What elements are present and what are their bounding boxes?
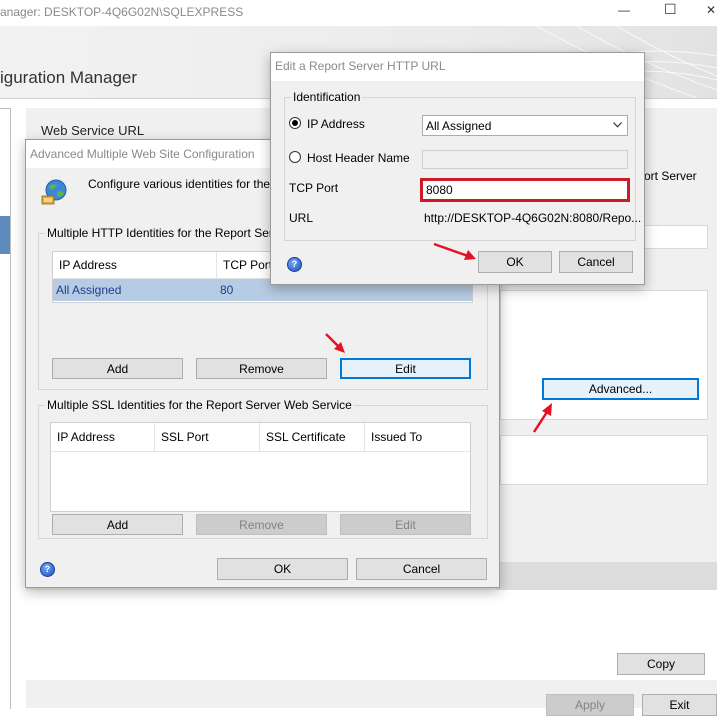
chevron-down-icon	[613, 122, 622, 128]
advanced-intro-text: Configure various identities for the Re	[88, 177, 289, 191]
advanced-help-icon[interactable]: ?	[40, 562, 55, 577]
results-band	[496, 562, 717, 590]
host-header-radio[interactable]	[289, 151, 301, 163]
http-edit-button[interactable]: Edit	[340, 358, 471, 379]
http-group-label: Multiple HTTP Identities for the Report …	[45, 226, 307, 240]
ssl-info-box	[500, 435, 708, 485]
app-header-title: iguration Manager	[0, 68, 138, 87]
http-remove-button[interactable]: Remove	[196, 358, 327, 379]
http-add-button[interactable]: Add	[52, 358, 183, 379]
arrow-to-edit-icon	[325, 333, 345, 353]
close-window-button[interactable]: ✕	[706, 3, 716, 17]
tcp-port-value: 8080	[426, 183, 453, 197]
http-row-ip: All Assigned	[56, 283, 122, 297]
ip-address-label: IP Address	[307, 117, 365, 131]
main-title-bar: anager: DESKTOP-4Q6G02N\SQLEXPRESS — ☐ ✕	[0, 0, 717, 26]
ssl-col-ssl-port[interactable]: SSL Port	[155, 423, 260, 451]
url-info-box	[640, 225, 708, 249]
advanced-ok-button[interactable]: OK	[217, 558, 348, 580]
ssl-identities-list[interactable]: IP Address SSL Port SSL Certificate Issu…	[50, 422, 471, 512]
identification-group: Identification IP Address All Assigned H…	[284, 90, 641, 241]
ssl-add-button[interactable]: Add	[52, 514, 183, 535]
report-server-desc: ort Server	[644, 169, 697, 183]
http-row-port: 80	[220, 283, 234, 297]
host-header-label: Host Header Name	[307, 151, 410, 165]
main-window-title: anager: DESKTOP-4Q6G02N\SQLEXPRESS	[0, 5, 244, 19]
ssl-remove-button[interactable]: Remove	[196, 514, 327, 535]
left-nav-panel	[0, 108, 11, 709]
ip-address-select[interactable]: All Assigned	[422, 115, 628, 136]
radio-dot	[292, 120, 298, 126]
url-value: http://DESKTOP-4Q6G02N:8080/Repo...	[424, 211, 642, 225]
edit-cancel-button[interactable]: Cancel	[559, 251, 633, 273]
ssl-col-issued-to[interactable]: Issued To	[365, 423, 470, 451]
edit-ok-button[interactable]: OK	[478, 251, 552, 273]
identification-group-label: Identification	[291, 90, 363, 104]
url-label: URL	[289, 211, 314, 225]
http-col-ip-address[interactable]: IP Address	[53, 252, 217, 278]
globe-network-icon	[41, 179, 67, 205]
ssl-identities-group: Multiple SSL Identities for the Report S…	[38, 398, 488, 539]
edit-help-icon[interactable]: ?	[287, 257, 302, 272]
edit-dialog-title: Edit a Report Server HTTP URL	[271, 53, 644, 81]
arrow-to-ok-icon	[433, 242, 476, 260]
maximize-button[interactable]: ☐	[664, 1, 677, 18]
left-nav-selected-item[interactable]	[0, 216, 10, 254]
exit-button[interactable]: Exit	[642, 694, 717, 716]
ip-address-select-value: All Assigned	[426, 119, 492, 133]
ssl-col-ssl-certificate[interactable]: SSL Certificate	[260, 423, 365, 451]
ip-address-radio[interactable]	[289, 117, 301, 129]
arrow-to-advanced-icon	[532, 403, 552, 433]
ssl-list-header: IP Address SSL Port SSL Certificate Issu…	[51, 423, 470, 452]
copy-button[interactable]: Copy	[617, 653, 705, 675]
ssl-edit-button[interactable]: Edit	[340, 514, 471, 535]
minimize-button[interactable]: —	[618, 3, 630, 17]
host-header-input[interactable]	[422, 150, 628, 169]
tcp-port-input[interactable]: 8080	[420, 178, 630, 202]
advanced-cancel-button[interactable]: Cancel	[356, 558, 487, 580]
apply-button[interactable]: Apply	[546, 694, 634, 716]
advanced-button[interactable]: Advanced...	[542, 378, 699, 400]
results-area	[26, 590, 717, 680]
ssl-group-label: Multiple SSL Identities for the Report S…	[45, 398, 354, 412]
tcp-port-label: TCP Port	[289, 181, 339, 195]
ssl-col-ip-address[interactable]: IP Address	[51, 423, 155, 451]
web-service-url-heading: Web Service URL	[41, 123, 145, 138]
